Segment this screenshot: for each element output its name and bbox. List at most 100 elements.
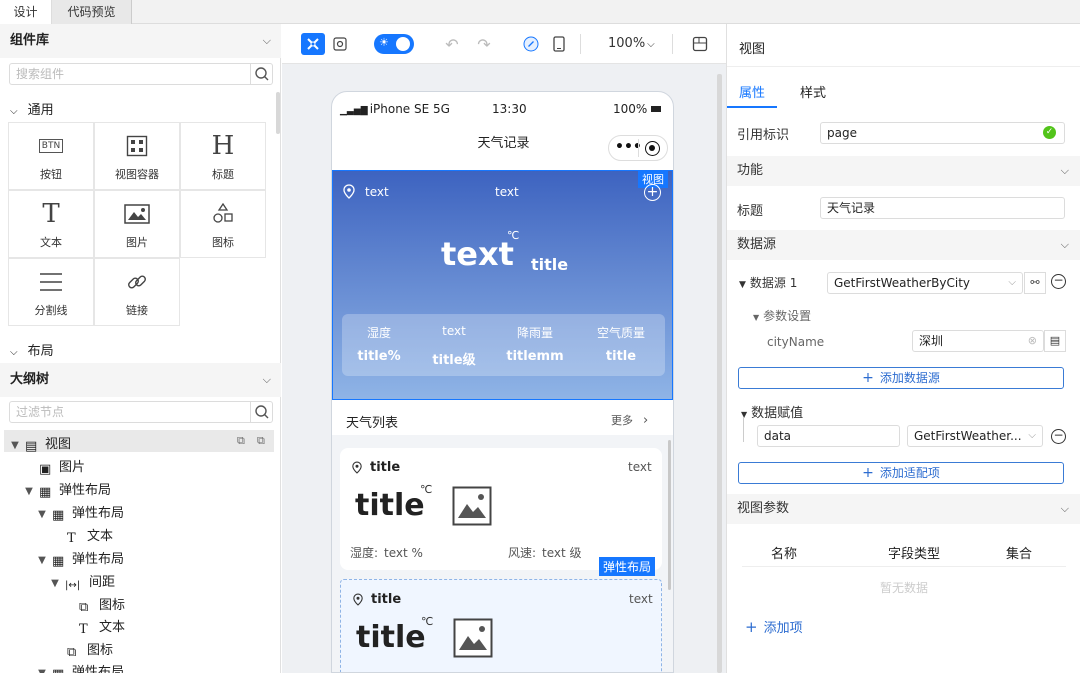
section-view-params[interactable]: 视图参数 ⌵ bbox=[727, 494, 1080, 524]
tree-node-text[interactable]: T 文本 bbox=[62, 616, 125, 637]
tree-node-icon[interactable]: ⧉ 图标 bbox=[62, 594, 125, 615]
caret-down-icon[interactable]: ▼ bbox=[8, 440, 22, 451]
select-tool-button[interactable] bbox=[301, 33, 325, 55]
close-circle-icon[interactable] bbox=[645, 141, 660, 156]
component-link[interactable]: 链接 bbox=[94, 258, 180, 326]
component-button[interactable]: BTN 按钮 bbox=[8, 122, 94, 190]
search-icon[interactable] bbox=[250, 64, 272, 84]
undo-icon: ↶ bbox=[445, 34, 459, 54]
device-button[interactable] bbox=[547, 33, 571, 55]
assign-key-input[interactable]: data bbox=[757, 425, 900, 447]
component-view-container[interactable]: 视图容器 bbox=[94, 122, 180, 190]
top-tab-bar: 设计 代码预览 bbox=[0, 0, 1080, 24]
add-mapping-label: 添加适配项 bbox=[879, 466, 940, 480]
ref-label: 引用标识 bbox=[737, 128, 790, 143]
tree-node-spacing[interactable]: ▼ |↔| 间距 bbox=[48, 571, 115, 591]
component-label: 图标 bbox=[212, 236, 234, 249]
card-temperature: title bbox=[356, 620, 426, 655]
add-circle-icon[interactable]: + bbox=[644, 184, 661, 201]
signal-icon: ▁▃▅▇ bbox=[340, 106, 368, 116]
assign-toggle[interactable]: ▼ 数据赋值 bbox=[741, 402, 803, 421]
flex-node-icon: ▦ bbox=[52, 508, 65, 523]
tree-node-flex[interactable]: ▼▦ 弹性布局 bbox=[35, 502, 124, 523]
remove-circle-icon[interactable]: − bbox=[1051, 429, 1066, 444]
list-scrollbar[interactable] bbox=[668, 440, 671, 590]
layout-panel-button[interactable] bbox=[688, 33, 712, 55]
tree-node-label: 文本 bbox=[87, 529, 114, 544]
datasource-select[interactable]: GetFirstWeatherByCity ⌵ bbox=[827, 272, 1023, 294]
add-item-button[interactable]: + 添加项 bbox=[745, 617, 803, 636]
tab-style[interactable]: 样式 bbox=[800, 82, 826, 101]
editor-icon[interactable]: ▤ bbox=[1044, 330, 1066, 352]
tree-node-flex[interactable]: ▼▦ 弹性布局 bbox=[22, 479, 111, 500]
add-datasource-button[interactable]: + 添加数据源 bbox=[738, 367, 1064, 389]
section-function[interactable]: 功能 ⌵ bbox=[727, 156, 1080, 186]
component-divider[interactable]: 分割线 bbox=[8, 258, 94, 326]
add-mapping-button[interactable]: + 添加适配项 bbox=[738, 462, 1064, 484]
battery-text: 100% bbox=[613, 102, 648, 116]
tab-design[interactable]: 设计 bbox=[0, 0, 52, 24]
tab-code-preview[interactable]: 代码预览 bbox=[52, 0, 132, 24]
stat-value: title bbox=[605, 349, 637, 364]
ref-input[interactable]: page ✓ bbox=[820, 122, 1065, 144]
outline-filter-input[interactable]: 过滤节点 bbox=[9, 401, 273, 423]
component-image[interactable]: 图片 bbox=[94, 190, 180, 258]
tree-node-flex[interactable]: ▼▦ 弹性布局 bbox=[35, 661, 124, 673]
tab-properties[interactable]: 属性 bbox=[739, 82, 765, 101]
tree-node-image[interactable]: ▣ 图片 bbox=[22, 456, 85, 477]
assign-value-select[interactable]: GetFirstWeather... ⌵ bbox=[907, 425, 1043, 447]
datasource-row-label[interactable]: ▼ 数据源 1 bbox=[739, 274, 797, 291]
redo-button[interactable]: ↷ bbox=[472, 33, 496, 55]
link-config-icon[interactable]: ⚯ bbox=[1024, 272, 1046, 294]
more-link[interactable]: 更多 › bbox=[611, 412, 648, 428]
duplicate-icon[interactable]: ⧉ bbox=[257, 434, 265, 448]
datasource-value: GetFirstWeatherByCity bbox=[834, 276, 971, 290]
component-heading[interactable]: H 标题 bbox=[180, 122, 266, 190]
component-text[interactable]: T 文本 bbox=[8, 190, 94, 258]
capture-tool-button[interactable] bbox=[328, 33, 352, 55]
search-icon[interactable] bbox=[250, 402, 272, 422]
component-label: 分割线 bbox=[34, 304, 68, 317]
component-icon[interactable]: 图标 bbox=[180, 190, 266, 258]
theme-toggle[interactable]: ☀ bbox=[374, 34, 414, 54]
group-common-toggle[interactable]: ⌵ 通用 bbox=[10, 99, 54, 118]
title-input[interactable]: 天气记录 bbox=[820, 197, 1065, 219]
hero-temperature: text bbox=[441, 235, 514, 273]
param-value-input[interactable]: 深圳 ⊗ bbox=[912, 330, 1044, 352]
caret-down-icon[interactable]: ▼ bbox=[35, 509, 49, 520]
tree-node-text[interactable]: T 文本 bbox=[50, 525, 113, 546]
caret-down-icon[interactable]: ▼ bbox=[35, 555, 49, 566]
tree-node-label: 间距 bbox=[89, 575, 116, 590]
undo-button[interactable]: ↶ bbox=[440, 33, 464, 55]
weather-card[interactable]: title text title ℃ 湿度: text % 风速: text 级 bbox=[340, 448, 662, 570]
capsule-menu[interactable]: ••• bbox=[608, 135, 668, 161]
component-search-input[interactable]: 搜索组件 bbox=[9, 63, 273, 85]
chevron-down-icon: ⌵ bbox=[1028, 430, 1036, 441]
wind-value: text 级 bbox=[542, 546, 582, 560]
caret-down-icon[interactable]: ▼ bbox=[35, 668, 49, 673]
component-scrollbar[interactable] bbox=[276, 92, 280, 134]
card-unit: ℃ bbox=[420, 483, 433, 496]
link-mode-button[interactable] bbox=[519, 33, 543, 55]
params-toggle[interactable]: ▼ 参数设置 bbox=[753, 307, 811, 324]
caret-down-icon[interactable]: ▼ bbox=[48, 578, 62, 589]
stat-value: titlemm bbox=[506, 349, 564, 364]
copy-icon[interactable]: ⧉ bbox=[237, 434, 245, 448]
weather-hero[interactable]: 视图 text text + text ℃ title 湿度 title% te… bbox=[332, 170, 673, 400]
group-layout-toggle[interactable]: ⌵ 布局 bbox=[10, 340, 54, 359]
component-library-header[interactable]: 组件库 ⌵ bbox=[0, 24, 281, 58]
caret-down-icon[interactable]: ▼ bbox=[22, 486, 36, 497]
weather-card[interactable]: title text title ℃ bbox=[340, 579, 662, 672]
clear-icon[interactable]: ⊗ bbox=[1028, 331, 1037, 351]
section-datasource[interactable]: 数据源 ⌵ bbox=[727, 230, 1080, 260]
chevron-down-icon[interactable]: ⌵ bbox=[263, 24, 271, 58]
chevron-down-icon[interactable]: ⌵ bbox=[263, 363, 271, 397]
tree-node-flex[interactable]: ▼▦ 弹性布局 bbox=[35, 548, 124, 569]
outline-tree-header[interactable]: 大纲树 ⌵ bbox=[0, 363, 281, 397]
remove-circle-icon[interactable]: − bbox=[1051, 274, 1066, 289]
tree-node-icon[interactable]: ⧉ 图标 bbox=[50, 639, 113, 660]
left-panel: 组件库 ⌵ 搜索组件 ⌵ 通用 BTN 按钮 视图容器 H 标题 T 文本 图片 bbox=[0, 24, 281, 673]
tree-node-view[interactable]: ▼ ▤ 视图 bbox=[8, 433, 71, 454]
zoom-select[interactable]: 100% ⌵ bbox=[608, 36, 655, 51]
canvas-scrollbar[interactable] bbox=[717, 74, 722, 673]
